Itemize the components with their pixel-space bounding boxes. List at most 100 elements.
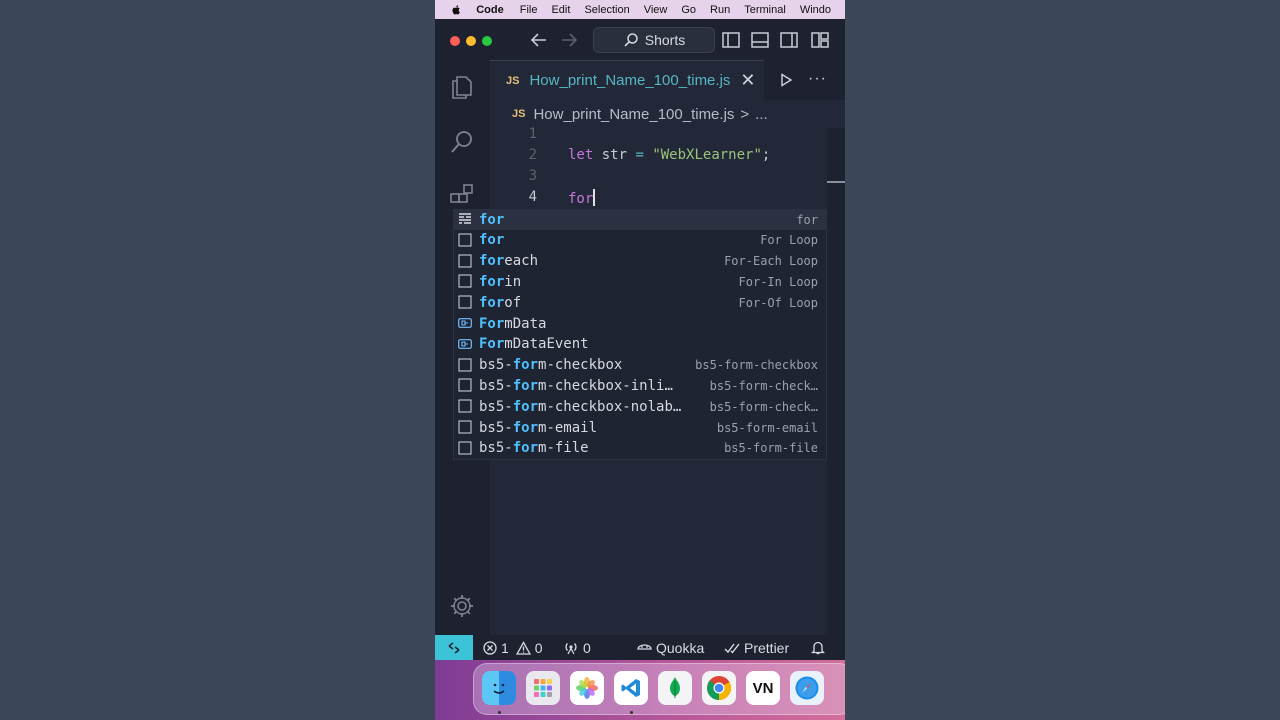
- search-icon: [624, 33, 638, 47]
- notifications-button[interactable]: [811, 635, 825, 660]
- suggestion-item[interactable]: FormData: [454, 313, 826, 334]
- explorer-icon[interactable]: [448, 73, 476, 101]
- menu-terminal[interactable]: Terminal: [744, 4, 786, 16]
- suggestion-match-highlight: for: [512, 398, 539, 415]
- suggestion-item[interactable]: forin For-In Loop: [454, 271, 826, 292]
- menu-window[interactable]: Windo: [800, 4, 831, 16]
- breadcrumb-file[interactable]: How_print_Name_100_time.js: [533, 106, 734, 123]
- prettier-label: Prettier: [744, 639, 790, 656]
- ports-indicator[interactable]: 0: [563, 635, 591, 660]
- suggestion-rest: m-checkbox: [538, 357, 623, 374]
- extensions-icon[interactable]: [448, 183, 476, 211]
- breadcrumb-separator-icon: >: [740, 105, 750, 123]
- editor-scrollbar[interactable]: [827, 128, 845, 635]
- quokka-label: Quokka: [656, 639, 705, 656]
- minimize-window-button[interactable]: [466, 36, 476, 46]
- suggestion-widget: for for for For Loop foreach For-Each Loop for…: [453, 209, 827, 460]
- suggestion-item[interactable]: for For Loop: [454, 230, 826, 251]
- suggestion-rest: in: [504, 273, 522, 290]
- screen: Code File Edit Selection View Go Run Ter…: [435, 0, 845, 720]
- apple-logo-icon[interactable]: [451, 4, 462, 16]
- breadcrumb-js-icon: JS: [512, 108, 526, 120]
- customize-layout-icon[interactable]: [809, 30, 831, 50]
- suggestion-item[interactable]: bs5-form-email bs5-form-email: [454, 417, 826, 438]
- suggestion-item[interactable]: bs5-form-checkbox bs5-form-checkbox: [454, 355, 826, 376]
- safari-icon[interactable]: [790, 671, 824, 705]
- close-tab-icon[interactable]: ✕: [740, 70, 755, 91]
- quokka-icon: [637, 643, 652, 650]
- suggestion-match-highlight: For: [479, 315, 505, 332]
- suggestion-detail: For-Each Loop: [724, 254, 818, 269]
- menu-app-name[interactable]: Code: [476, 4, 504, 16]
- breadcrumb-more[interactable]: ...: [755, 106, 768, 123]
- toggle-primary-sidebar-icon[interactable]: [720, 30, 742, 50]
- semicolon-token: ;: [761, 147, 771, 163]
- menu-view[interactable]: View: [644, 4, 668, 16]
- finder-icon[interactable]: [482, 671, 516, 705]
- suggestion-item[interactable]: bs5-form-checkbox-nolab… bs5-form-check…: [454, 396, 826, 417]
- vscode-icon[interactable]: [614, 671, 648, 705]
- vn-icon[interactable]: VN: [746, 671, 780, 705]
- problems-indicator[interactable]: 1 0: [483, 635, 543, 660]
- maximize-window-button[interactable]: [482, 36, 492, 46]
- suggestion-detail: bs5-form-file: [724, 441, 818, 456]
- suggestion-item-selected[interactable]: for for: [454, 209, 826, 230]
- double-check-icon: [724, 643, 740, 654]
- launchpad-icon[interactable]: [526, 671, 560, 705]
- code-line: 2 let str = "WebXLearner";: [490, 147, 827, 168]
- menu-edit[interactable]: Edit: [551, 4, 570, 16]
- broadcast-icon: [565, 642, 577, 654]
- menu-run[interactable]: Run: [710, 4, 730, 16]
- typed-keyword-token: for: [568, 191, 594, 207]
- menu-file[interactable]: File: [520, 4, 538, 16]
- suggestion-label: bs5-form-file: [479, 440, 589, 456]
- line-number: 1: [528, 126, 537, 142]
- suggestion-item[interactable]: FormDataEvent: [454, 334, 826, 355]
- back-arrow-icon[interactable]: [528, 30, 550, 50]
- editor-tab-bar: JS How_print_Name_100_time.js ✕ ···: [490, 60, 845, 100]
- more-actions-icon[interactable]: ···: [808, 70, 827, 88]
- toggle-secondary-sidebar-icon[interactable]: [778, 30, 800, 50]
- suggestion-match-highlight: for: [512, 377, 539, 394]
- js-file-icon: JS: [506, 74, 520, 87]
- menu-go[interactable]: Go: [681, 4, 696, 16]
- run-file-icon[interactable]: [779, 73, 793, 87]
- photos-icon[interactable]: [570, 671, 604, 705]
- tab-filename: How_print_Name_100_time.js: [529, 72, 731, 89]
- search-view-icon[interactable]: [448, 128, 476, 156]
- toggle-panel-icon[interactable]: [749, 30, 771, 50]
- suggestion-prefix: bs5-: [479, 440, 513, 457]
- mongodb-compass-icon[interactable]: [658, 671, 692, 705]
- code-line: 3: [490, 168, 827, 189]
- suggestion-rest: m-checkbox-nolab…: [538, 398, 682, 415]
- close-window-button[interactable]: [450, 36, 460, 46]
- suggestion-label: forof: [479, 295, 521, 311]
- menu-selection[interactable]: Selection: [584, 4, 629, 16]
- suggestion-prefix: bs5-: [479, 398, 513, 415]
- identifier-token: str: [593, 147, 636, 163]
- chrome-icon[interactable]: [702, 671, 736, 705]
- quokka-indicator[interactable]: Quokka: [637, 635, 704, 660]
- remote-indicator[interactable]: [435, 635, 473, 660]
- snippet-icon: [458, 358, 472, 372]
- editor-tab-active[interactable]: JS How_print_Name_100_time.js ✕: [490, 60, 764, 100]
- scrollbar-cursor-marker: [827, 181, 845, 183]
- suggestion-detail: For Loop: [760, 233, 818, 248]
- suggestion-detail: bs5-form-email: [716, 420, 818, 435]
- suggestion-item[interactable]: forof For-Of Loop: [454, 292, 826, 313]
- suggestion-label: foreach: [479, 253, 538, 269]
- suggestion-label: FormDataEvent: [479, 336, 589, 352]
- suggestion-rest: of: [504, 294, 522, 311]
- forward-arrow-icon[interactable]: [558, 30, 580, 50]
- suggestion-item[interactable]: foreach For-Each Loop: [454, 251, 826, 272]
- suggestion-match-highlight: For: [479, 336, 505, 353]
- running-indicator: [498, 711, 501, 714]
- line-number: 2: [528, 147, 537, 163]
- settings-gear-icon[interactable]: [448, 592, 476, 620]
- suggestion-match-highlight: for: [479, 294, 505, 311]
- command-center-search[interactable]: Shorts: [593, 27, 715, 53]
- prettier-indicator[interactable]: Prettier: [724, 635, 789, 660]
- suggestion-prefix: bs5-: [479, 357, 513, 374]
- suggestion-item[interactable]: bs5-form-file bs5-form-file: [454, 438, 826, 459]
- suggestion-item[interactable]: bs5-form-checkbox-inli… bs5-form-check…: [454, 375, 826, 396]
